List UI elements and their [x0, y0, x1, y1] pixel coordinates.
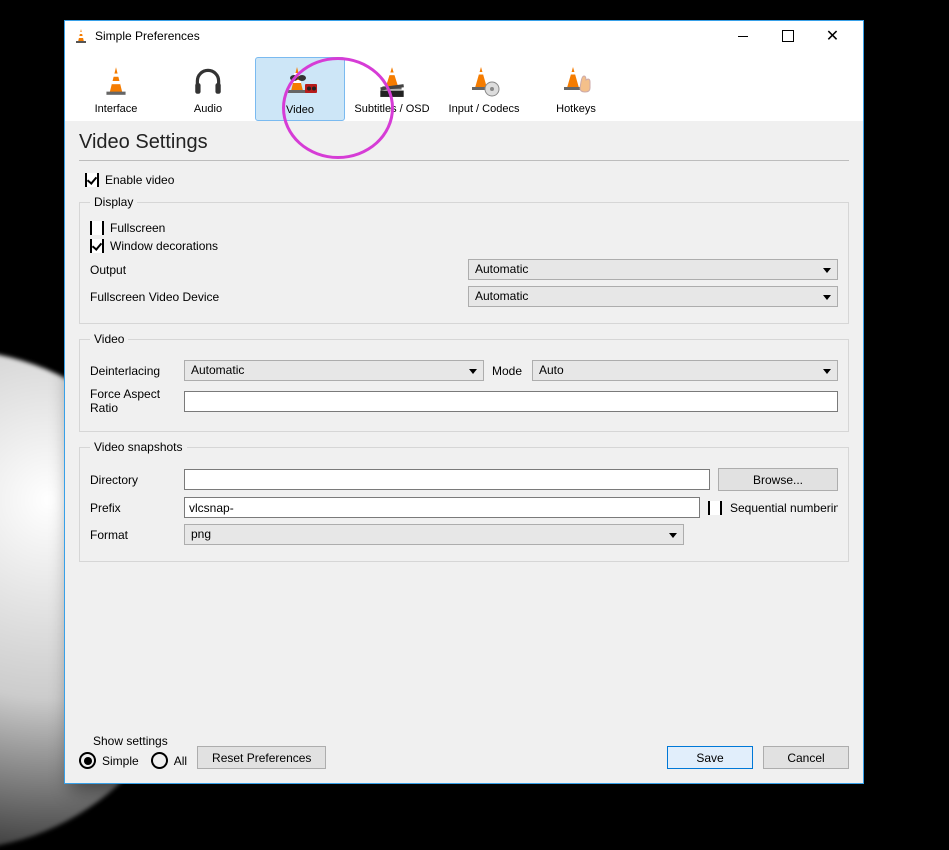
window-title: Simple Preferences — [95, 29, 720, 43]
footer: Show settings Simple All Reset Preferenc… — [65, 728, 863, 783]
prefix-label: Prefix — [90, 501, 176, 515]
cancel-button[interactable]: Cancel — [763, 746, 849, 769]
simple-radio[interactable] — [79, 752, 96, 769]
display-group: Display Fullscreen Window decorations Ou… — [79, 195, 849, 324]
snapshots-legend: Video snapshots — [90, 440, 187, 454]
output-label: Output — [90, 263, 460, 277]
tab-subtitles[interactable]: Subtitles / OSD — [347, 57, 437, 121]
mode-combo[interactable]: Auto — [532, 360, 838, 381]
sequential-numbering-checkbox[interactable] — [708, 501, 722, 515]
cone-clapper-icon — [372, 63, 412, 99]
headphones-icon — [188, 63, 228, 99]
cone-disc-icon — [464, 63, 504, 99]
cone-icon — [96, 63, 136, 99]
save-button[interactable]: Save — [667, 746, 753, 769]
minimize-button[interactable] — [720, 21, 765, 51]
cone-hand-icon — [556, 63, 596, 99]
tab-label: Input / Codecs — [449, 103, 520, 115]
tab-label: Video — [286, 104, 314, 116]
directory-label: Directory — [90, 473, 176, 487]
divider — [79, 160, 849, 161]
preferences-window: Simple Preferences ✕ Interface Audio Vid… — [64, 20, 864, 784]
tab-input-codecs[interactable]: Input / Codecs — [439, 57, 529, 121]
settings-content: Enable video Display Fullscreen Window d… — [65, 169, 863, 728]
directory-input[interactable] — [184, 469, 710, 490]
all-radio[interactable] — [151, 752, 168, 769]
tab-label: Interface — [95, 103, 138, 115]
vlc-app-icon — [73, 28, 89, 44]
cone-glasses-icon — [280, 64, 320, 100]
enable-video-checkbox[interactable] — [85, 173, 99, 187]
video-legend: Video — [90, 332, 128, 346]
close-button[interactable]: ✕ — [810, 21, 855, 51]
fullscreen-label: Fullscreen — [110, 221, 165, 235]
window-decorations-label: Window decorations — [110, 239, 218, 253]
prefix-input[interactable] — [184, 497, 700, 518]
format-combo[interactable]: png — [184, 524, 684, 545]
tab-label: Subtitles / OSD — [354, 103, 429, 115]
reset-preferences-button[interactable]: Reset Preferences — [197, 746, 326, 769]
deinterlacing-combo[interactable]: Automatic — [184, 360, 484, 381]
sequential-numbering-label: Sequential numbering — [730, 501, 838, 515]
force-aspect-ratio-label: Force Aspect Ratio — [90, 387, 176, 415]
tab-hotkeys[interactable]: Hotkeys — [531, 57, 621, 121]
deinterlacing-label: Deinterlacing — [90, 364, 176, 378]
tab-video[interactable]: Video — [255, 57, 345, 121]
category-tabs: Interface Audio Video Subtitles / OSD In… — [65, 51, 863, 121]
display-legend: Display — [90, 195, 137, 209]
simple-label: Simple — [102, 754, 139, 768]
all-label: All — [174, 754, 187, 768]
page-title: Video Settings — [65, 121, 863, 160]
enable-video-label: Enable video — [105, 173, 174, 187]
show-settings-label: Show settings — [93, 734, 187, 748]
video-group: Video Deinterlacing Automatic Mode Auto … — [79, 332, 849, 432]
window-decorations-checkbox[interactable] — [90, 239, 104, 253]
tab-audio[interactable]: Audio — [163, 57, 253, 121]
format-label: Format — [90, 528, 176, 542]
fullscreen-device-label: Fullscreen Video Device — [90, 290, 460, 304]
browse-button[interactable]: Browse... — [718, 468, 838, 491]
mode-label: Mode — [492, 364, 524, 378]
maximize-button[interactable] — [765, 21, 810, 51]
fullscreen-device-combo[interactable]: Automatic — [468, 286, 838, 307]
tab-label: Hotkeys — [556, 103, 596, 115]
titlebar[interactable]: Simple Preferences ✕ — [65, 21, 863, 51]
tab-interface[interactable]: Interface — [71, 57, 161, 121]
fullscreen-checkbox[interactable] — [90, 221, 104, 235]
tab-label: Audio — [194, 103, 222, 115]
snapshots-group: Video snapshots Directory Browse... Pref… — [79, 440, 849, 562]
output-combo[interactable]: Automatic — [468, 259, 838, 280]
show-settings-group: Show settings Simple All — [79, 734, 187, 769]
force-aspect-ratio-input[interactable] — [184, 391, 838, 412]
